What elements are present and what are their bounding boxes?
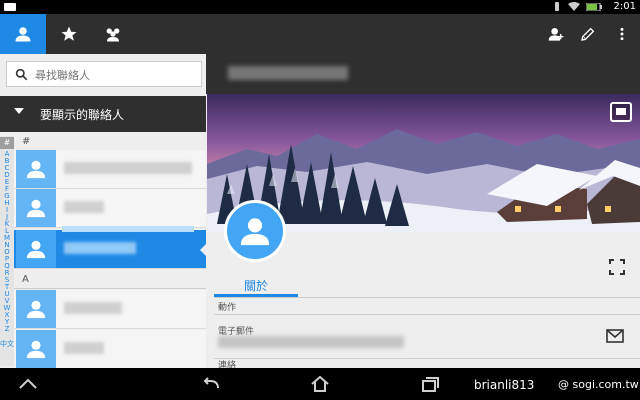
watermark-site: @ sogi.com.tw bbox=[558, 378, 639, 391]
person-icon bbox=[26, 340, 46, 359]
overflow-menu-button[interactable] bbox=[612, 24, 632, 44]
pencil-icon bbox=[581, 27, 595, 41]
index-letter[interactable]: Z bbox=[0, 325, 14, 333]
battery-icon bbox=[586, 2, 602, 11]
avatar bbox=[16, 330, 56, 368]
avatar bbox=[16, 290, 56, 328]
contact-name-redacted bbox=[64, 342, 104, 354]
tab-groups[interactable] bbox=[90, 14, 136, 54]
tab-favorites[interactable] bbox=[46, 14, 92, 54]
person-icon bbox=[26, 300, 46, 319]
contact-row[interactable] bbox=[14, 189, 206, 228]
expand-icon bbox=[609, 259, 625, 275]
more-vertical-icon bbox=[620, 27, 624, 41]
avatar bbox=[16, 150, 56, 188]
person-icon bbox=[240, 218, 270, 246]
contact-name-redacted bbox=[64, 242, 136, 254]
status-bar: 2:01 bbox=[0, 0, 640, 14]
actions-header: 動作 bbox=[218, 303, 237, 313]
person-icon bbox=[26, 240, 46, 259]
back-button[interactable] bbox=[200, 374, 224, 394]
detail-header bbox=[206, 54, 640, 94]
wifi-icon bbox=[568, 2, 580, 11]
fullscreen-button[interactable] bbox=[606, 256, 628, 278]
contacts-filter-dropdown[interactable]: 要顯示的聯絡人 bbox=[0, 96, 206, 132]
tab-contacts[interactable] bbox=[0, 14, 46, 54]
group-icon bbox=[106, 28, 120, 42]
change-cover-photo-button[interactable] bbox=[610, 102, 632, 122]
index-hash[interactable]: # bbox=[0, 137, 14, 149]
filter-label: 要顯示的聯絡人 bbox=[40, 108, 125, 122]
person-icon bbox=[15, 27, 31, 42]
contact-row[interactable] bbox=[14, 150, 206, 189]
status-time: 2:01 bbox=[613, 1, 636, 12]
contact-row[interactable] bbox=[14, 290, 206, 329]
add-contact-button[interactable] bbox=[546, 24, 566, 44]
person-icon bbox=[26, 199, 46, 218]
search-box[interactable] bbox=[6, 61, 202, 87]
recent-apps-button[interactable] bbox=[418, 374, 442, 394]
search-icon bbox=[15, 68, 28, 81]
contact-row[interactable] bbox=[14, 330, 206, 369]
vibrate-icon bbox=[555, 2, 559, 11]
index-chinese[interactable]: 中文 bbox=[0, 340, 14, 348]
contact-name-redacted bbox=[64, 162, 192, 174]
image-notification-icon bbox=[4, 3, 16, 11]
back-icon bbox=[203, 377, 219, 389]
navigation-bar bbox=[0, 368, 640, 400]
tab-about[interactable]: 關於 bbox=[214, 277, 298, 297]
send-email-button[interactable] bbox=[606, 328, 628, 346]
add-person-icon bbox=[548, 28, 564, 41]
contact-photo[interactable] bbox=[224, 200, 286, 262]
home-button[interactable] bbox=[308, 374, 332, 394]
action-bar bbox=[0, 14, 640, 54]
search-input[interactable] bbox=[33, 64, 197, 86]
section-header-label: # bbox=[22, 136, 31, 147]
avatar bbox=[16, 189, 56, 227]
selection-highlight bbox=[62, 226, 194, 232]
home-icon bbox=[311, 376, 329, 392]
contact-title-redacted bbox=[228, 66, 348, 80]
star-icon bbox=[61, 26, 77, 41]
contact-name-redacted bbox=[64, 302, 122, 314]
person-icon bbox=[26, 160, 46, 179]
section-header: # bbox=[14, 136, 206, 151]
divider bbox=[214, 314, 640, 315]
tab-divider bbox=[214, 297, 640, 298]
email-value-redacted[interactable] bbox=[218, 336, 404, 348]
dropdown-arrow-icon bbox=[14, 108, 24, 114]
recent-apps-icon bbox=[422, 377, 439, 392]
contact-name-redacted bbox=[64, 201, 104, 213]
edit-button[interactable] bbox=[578, 24, 598, 44]
avatar bbox=[16, 230, 56, 268]
mail-icon bbox=[606, 329, 624, 343]
chevron-up-icon bbox=[19, 378, 37, 389]
section-header: A bbox=[14, 274, 206, 289]
section-header-label: A bbox=[22, 274, 29, 285]
watermark-username: brianli813 bbox=[474, 378, 535, 392]
hide-keyboard-button[interactable] bbox=[16, 374, 40, 394]
divider bbox=[214, 358, 640, 359]
contact-row-selected[interactable] bbox=[14, 226, 206, 269]
